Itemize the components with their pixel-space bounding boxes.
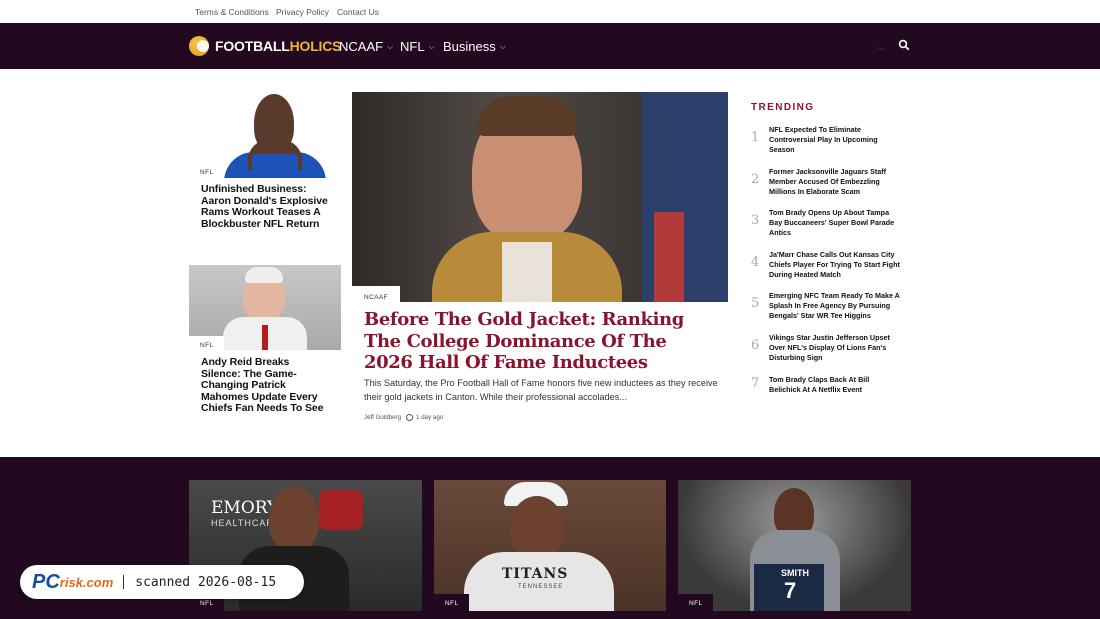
chevron-down-icon: ⌵ [387, 41, 394, 51]
nav-item-business[interactable]: Business ⌵ [443, 39, 506, 54]
image-text: SMITH [781, 568, 809, 578]
story-card[interactable]: TITANS TENNESSEE NFL [434, 480, 666, 611]
story-card[interactable]: SMITH 7 NFL [678, 480, 911, 611]
trending-number: 3 [751, 213, 760, 228]
watermark-badge: PC risk.com scanned 2026-08-15 [20, 565, 304, 599]
story-thumbnail-aaron-donald[interactable] [224, 92, 326, 178]
trending-title[interactable]: Ja'Marr Chase Calls Out Kansas City Chie… [769, 250, 901, 280]
category-tag[interactable]: NFL [189, 163, 225, 178]
story-title[interactable]: Andy Reid Breaks Silence: The Game-Chang… [201, 356, 331, 415]
trending-title[interactable]: Emerging NFC Team Ready To Make A Splash… [769, 291, 901, 321]
trending-number: 4 [751, 255, 760, 270]
feature-excerpt: This Saturday, the Pro Football Hall of … [364, 378, 718, 402]
chevron-down-icon: ⌵ [499, 41, 506, 51]
site-logo[interactable]: FOOTBALLHOLICS [189, 36, 342, 56]
top-utility-bar: Terms & Conditions Privacy Policy Contac… [0, 0, 1100, 23]
contact-link[interactable]: Contact Us [337, 7, 379, 17]
category-tag[interactable]: NCAAF [352, 286, 401, 303]
trending-number: 6 [751, 338, 760, 353]
divider [123, 575, 125, 589]
category-tag[interactable]: NFL [434, 594, 470, 611]
trending-title[interactable]: Tom Brady Claps Back At Bill Belichick A… [769, 375, 901, 395]
trending-title[interactable]: Tom Brady Opens Up About Tampa Bay Bucca… [769, 208, 901, 238]
publish-time: 1 day ago [416, 414, 444, 421]
logo-text: FOOTBALLHOLICS [215, 38, 342, 54]
nav-item-ncaaf[interactable]: NCAAF ⌵ [339, 39, 393, 54]
trending-title[interactable]: Former Jacksonville Jaguars Staff Member… [769, 167, 901, 197]
scan-date: scanned 2026-08-15 [135, 574, 277, 590]
trending-number: 2 [751, 172, 760, 187]
category-tag[interactable]: NFL [189, 336, 225, 351]
image-text: TENNESSEE [518, 584, 564, 590]
falcons-logo-icon [319, 490, 363, 530]
trending-title[interactable]: NFL Expected To Eliminate Controversial … [769, 125, 901, 155]
trending-number: 7 [751, 376, 760, 391]
privacy-link[interactable]: Privacy Policy [276, 7, 329, 17]
football-logo-icon [189, 36, 209, 56]
pcrisk-logo: PC risk.com [32, 570, 114, 593]
terms-link[interactable]: Terms & Conditions [195, 7, 269, 17]
image-text: TITANS [502, 566, 569, 582]
main-nav: FOOTBALLHOLICS NCAAF ⌵ NFL ⌵ Business ⌵ [0, 23, 1100, 69]
nav-item-nfl[interactable]: NFL ⌵ [400, 39, 435, 54]
clock-icon [406, 414, 414, 421]
category-tag[interactable]: NFL [678, 594, 714, 611]
trending-heading: TRENDING [751, 102, 815, 113]
trending-number: 1 [751, 130, 760, 145]
feature-title[interactable]: Before The Gold Jacket: Ranking The Coll… [364, 309, 714, 374]
chevron-down-icon: ⌵ [428, 41, 435, 51]
moon-icon[interactable] [875, 39, 889, 53]
image-text: 7 [784, 578, 797, 603]
story-title[interactable]: Unfinished Business: Aaron Donald's Expl… [201, 183, 331, 230]
search-icon[interactable] [898, 39, 912, 53]
feature-meta: Jeff Goldberg 1 day ago [364, 414, 443, 421]
trending-number: 5 [751, 296, 760, 311]
author-link[interactable]: Jeff Goldberg [364, 414, 401, 421]
feature-story-image[interactable] [352, 92, 728, 302]
trending-title[interactable]: Vikings Star Justin Jefferson Upset Over… [769, 333, 901, 363]
